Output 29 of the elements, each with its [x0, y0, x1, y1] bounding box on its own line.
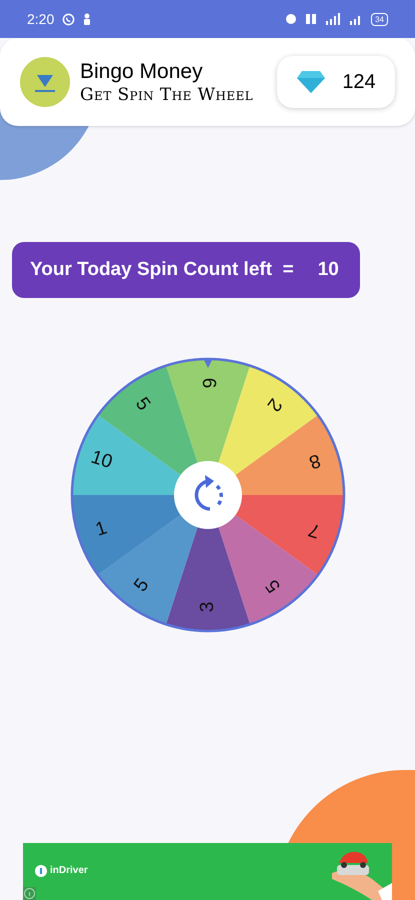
signal-icon [325, 13, 342, 25]
spin-button[interactable] [174, 461, 242, 529]
ad-brand-name: inDriver [50, 864, 88, 878]
person-icon [83, 13, 92, 25]
segment-label: 2 [262, 394, 286, 416]
segment-label: 10 [88, 446, 114, 474]
gem-count: 124 [342, 70, 376, 95]
segment-label: 1 [92, 518, 110, 541]
refresh-icon [194, 475, 222, 511]
app-title: Bingo Money [80, 58, 204, 84]
prize-wheel[interactable] [70, 358, 345, 632]
chat-icon [62, 12, 76, 26]
app-logo [20, 57, 70, 107]
brand-logo-icon [35, 864, 47, 876]
segment-label: 5 [130, 394, 154, 415]
segment-label: 5 [261, 575, 285, 596]
segment-label: 3 [196, 602, 218, 612]
info-icon [23, 887, 36, 900]
status-time: 2:20 [27, 10, 54, 28]
segment-label: 7 [306, 518, 322, 542]
segment-label: 5 [130, 574, 153, 596]
diamond-icon [296, 70, 326, 94]
wheel-pointer [202, 358, 212, 368]
battery-indicator: 34 [371, 12, 388, 26]
app-subtitle: Get Spin The Wheel [80, 84, 254, 106]
spin-count-value: 10 [318, 258, 339, 282]
spin-count-label: Your Today Spin Count left = [30, 258, 294, 282]
segment-label: 6 [197, 378, 218, 388]
segment-label: 8 [306, 449, 322, 472]
